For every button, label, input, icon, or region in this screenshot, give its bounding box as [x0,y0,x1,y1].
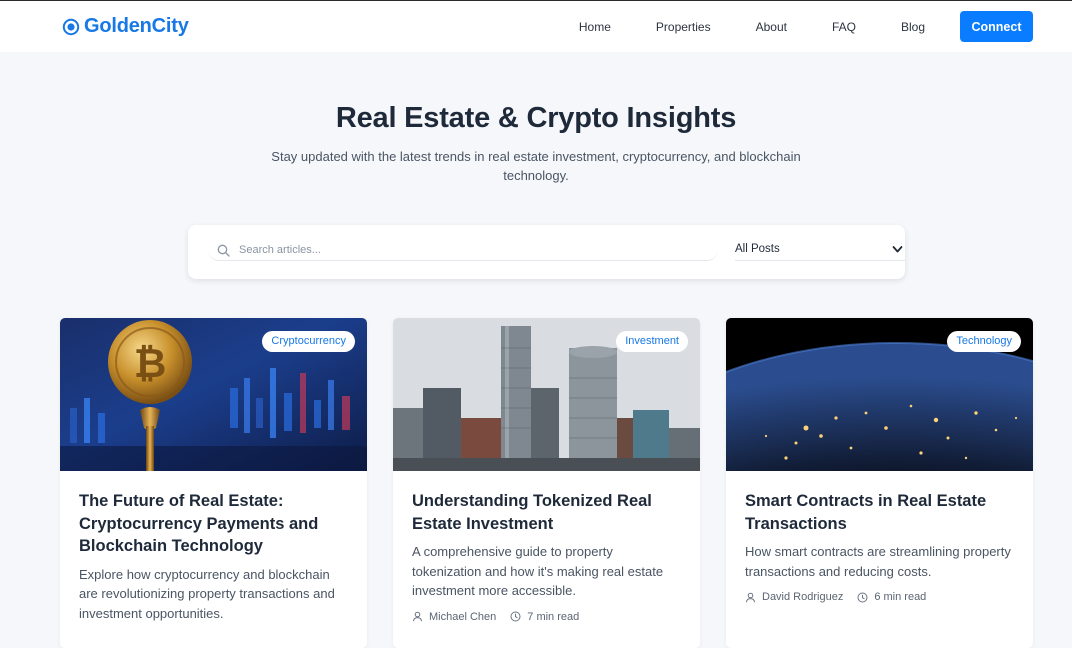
hero-section: Real Estate & Crypto Insights Stay updat… [0,102,1072,185]
brand-logo[interactable]: GoldenCity [62,15,189,38]
user-icon [746,592,755,602]
page-subtitle: Stay updated with the latest trends in r… [271,149,801,183]
search-input[interactable] [239,242,709,258]
user-icon [413,611,422,622]
brand-ring-icon [62,18,80,35]
search-panel: All Posts [188,225,905,279]
search-icon [217,244,230,257]
connect-button[interactable]: Connect [960,11,1033,42]
category-badge: Investment [616,331,688,352]
brand-name: GoldenCity [84,15,189,37]
search-bar: All Posts [208,239,907,261]
read-time: 7 min read [527,610,580,623]
blog-card[interactable]: ₿ Cryptocurrency The Future of Real Esta… [60,318,367,648]
category-filter-select[interactable]: All Posts [735,239,905,261]
read-time: 6 min read [874,591,927,603]
category-badge: Technology [947,331,1021,352]
card-title[interactable]: Smart Contracts in Real Estate Transacti… [745,490,1013,535]
chevron-down-icon [892,246,903,253]
author-name: Michael Chen [429,610,497,623]
card-image-bitcoin: ₿ Cryptocurrency [60,318,367,471]
card-title[interactable]: Understanding Tokenized Real Estate Inve… [412,490,680,535]
nav-link-faq[interactable]: FAQ [832,20,856,34]
nav-link-home[interactable]: Home [579,20,611,34]
svg-text:₿: ₿ [134,341,167,387]
top-navbar: GoldenCity Home Properties About FAQ Blo… [0,1,1072,52]
nav-links: Home Properties About FAQ Blog Connect [579,11,1033,42]
card-image-earth: Technology [726,318,1033,471]
card-title[interactable]: The Future of Real Estate: Cryptocurrenc… [79,490,347,558]
blog-card[interactable]: Investment Understanding Tokenized Real … [393,318,700,648]
category-badge: Cryptocurrency [262,331,355,352]
page-title: Real Estate & Crypto Insights [335,102,737,134]
card-meta: David Rodriguez 6 min read [745,591,1013,603]
card-image-skyline: Investment [393,318,700,471]
card-excerpt: A comprehensive guide to property tokeni… [412,544,664,598]
card-excerpt: Explore how cryptocurrency and blockchai… [79,566,335,621]
filter-selected-value: All Posts [735,243,780,255]
nav-link-properties[interactable]: Properties [656,20,711,34]
clock-icon [510,611,521,622]
nav-link-about[interactable]: About [756,20,787,34]
nav-link-blog[interactable]: Blog [901,20,925,34]
card-excerpt: How smart contracts are streamlining pro… [745,544,1011,579]
author-name: David Rodriguez [762,591,844,603]
clock-icon [857,592,868,602]
search-field[interactable] [208,239,718,261]
card-meta: Michael Chen 7 min read [412,611,680,623]
blog-card[interactable]: Technology Smart Contracts in Real Estat… [726,318,1033,648]
